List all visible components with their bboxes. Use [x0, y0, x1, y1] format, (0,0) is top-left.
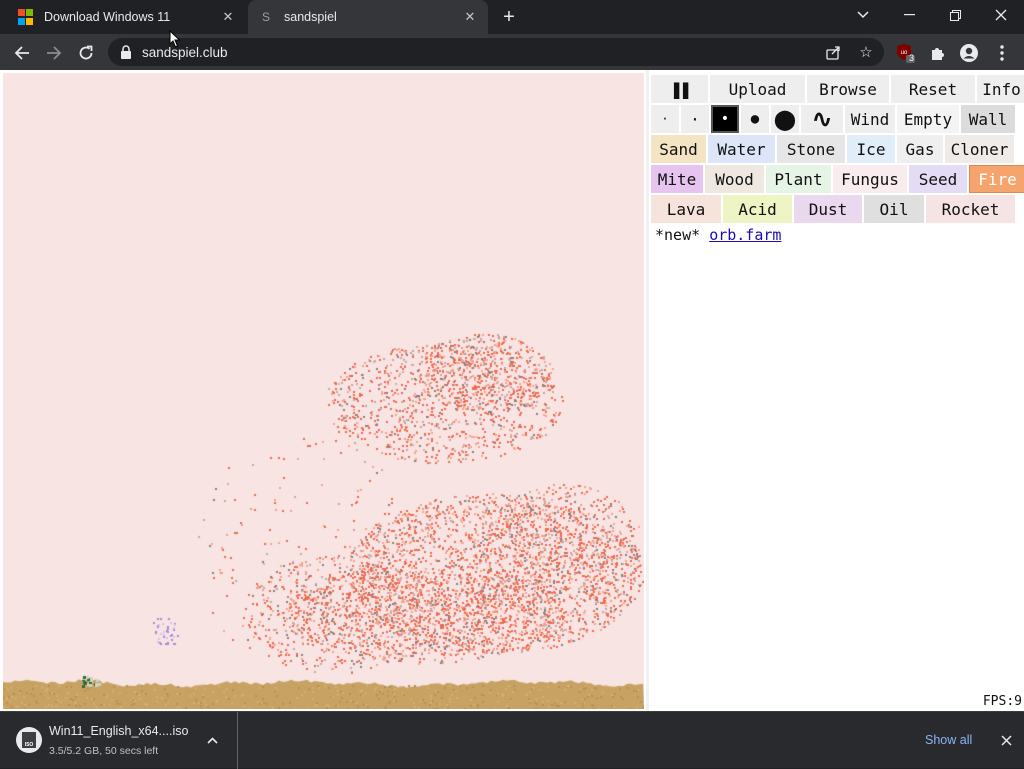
dot-tiny-icon: · — [661, 112, 669, 126]
control-panel: ❚❚ Upload Browse Reset Info · · • ● ⬤ ∿ … — [649, 73, 1024, 711]
web-page: ❚❚ Upload Browse Reset Info · · • ● ⬤ ∿ … — [0, 70, 1024, 711]
element-mite-button[interactable]: Mite — [651, 165, 703, 193]
wave-icon: ∿ — [811, 105, 833, 133]
kebab-icon[interactable] — [991, 42, 1013, 64]
url-text[interactable]: sandspiel.club — [142, 45, 228, 60]
new-announcement: *new* orb.farm — [655, 226, 781, 244]
brush-size-4-button[interactable]: ● — [741, 105, 769, 133]
reset-button[interactable]: Reset — [891, 75, 975, 103]
sandspiel-favicon-icon: S — [261, 10, 270, 24]
top-controls-row: ❚❚ Upload Browse Reset Info — [651, 75, 1024, 103]
elements-row-3: Lava Acid Dust Oil Rocket — [651, 195, 1017, 223]
profile-icon[interactable] — [958, 42, 980, 64]
fps-counter: FPS:9 — [982, 694, 1022, 709]
mouse-cursor-icon — [169, 30, 181, 48]
close-icon[interactable]: ✕ — [460, 7, 480, 27]
address-bar[interactable]: sandspiel.club ☆ — [108, 38, 884, 66]
element-oil-button[interactable]: Oil — [864, 195, 924, 223]
download-item[interactable]: ISO Win11_English_x64....iso 3.5/5.2 GB,… — [0, 712, 238, 769]
brush-row: · · • ● ⬤ ∿ Wind Empty Wall — [651, 105, 1017, 133]
element-dust-button[interactable]: Dust — [794, 195, 862, 223]
wind-button[interactable]: Wind — [845, 105, 895, 133]
download-status: 3.5/5.2 GB, 50 secs left — [49, 745, 159, 757]
ublock-extension-icon[interactable]: uo 3 — [895, 42, 917, 64]
element-fire-button[interactable]: Fire — [969, 165, 1024, 193]
chevron-up-icon[interactable] — [204, 732, 220, 748]
window-close-icon[interactable] — [987, 4, 1015, 26]
orb-farm-link[interactable]: orb.farm — [709, 226, 781, 244]
brush-wave-button[interactable]: ∿ — [801, 105, 843, 133]
minimize-icon[interactable] — [895, 4, 923, 26]
tab-title: sandspiel — [284, 10, 337, 24]
reload-icon[interactable] — [73, 40, 99, 66]
close-icon[interactable]: ✕ — [218, 7, 238, 27]
svg-text:uo: uo — [901, 50, 908, 56]
download-filename: Win11_English_x64....iso — [49, 724, 189, 738]
empty-button[interactable]: Empty — [897, 105, 959, 133]
element-water-button[interactable]: Water — [708, 135, 775, 163]
element-seed-button[interactable]: Seed — [909, 165, 967, 193]
tab-search-chevron-icon[interactable] — [849, 4, 877, 26]
elements-row-1: Sand Water Stone Ice Gas Cloner — [651, 135, 1016, 163]
browse-button[interactable]: Browse — [807, 75, 889, 103]
show-all-button[interactable]: Show all — [915, 730, 982, 750]
dot-large-icon: ● — [750, 111, 760, 127]
wall-button[interactable]: Wall — [961, 105, 1015, 133]
arrow-right-icon[interactable] — [41, 40, 67, 66]
element-acid-button[interactable]: Acid — [723, 195, 792, 223]
upload-button[interactable]: Upload — [710, 75, 805, 103]
dot-xlarge-icon: ⬤ — [773, 107, 797, 131]
restore-icon[interactable] — [941, 4, 969, 26]
element-cloner-button[interactable]: Cloner — [945, 135, 1014, 163]
star-icon[interactable]: ☆ — [856, 43, 876, 61]
tab-sandspiel[interactable]: S sandspiel ✕ — [248, 0, 488, 34]
element-plant-button[interactable]: Plant — [766, 165, 831, 193]
dot-small-icon: · — [690, 109, 700, 129]
element-gas-button[interactable]: Gas — [897, 135, 943, 163]
element-fungus-button[interactable]: Fungus — [833, 165, 907, 193]
element-rocket-button[interactable]: Rocket — [926, 195, 1015, 223]
pause-button[interactable]: ❚❚ — [651, 75, 708, 103]
windows-logo-icon — [18, 9, 34, 25]
lock-icon[interactable] — [120, 45, 132, 59]
brush-size-1-button[interactable]: · — [651, 105, 679, 133]
tab-title: Download Windows 11 — [44, 10, 171, 24]
close-icon[interactable] — [996, 730, 1016, 750]
browser-toolbar: sandspiel.club ☆ uo 3 — [0, 34, 1024, 70]
element-ice-button[interactable]: Ice — [847, 135, 895, 163]
brush-size-2-button[interactable]: · — [681, 105, 709, 133]
element-wood-button[interactable]: Wood — [705, 165, 764, 193]
brush-size-5-button[interactable]: ⬤ — [771, 105, 799, 133]
arrow-left-icon[interactable] — [9, 40, 35, 66]
extension-badge: 3 — [909, 53, 915, 63]
info-button[interactable]: Info — [977, 75, 1024, 103]
share-icon[interactable] — [823, 43, 843, 61]
simulation-canvas[interactable] — [3, 73, 644, 709]
dot-medium-icon: • — [720, 111, 730, 127]
new-prefix: *new* — [655, 226, 701, 244]
tab-download-windows[interactable]: Download Windows 11 ✕ — [8, 0, 246, 34]
elements-row-2: Mite Wood Plant Fungus Seed Fire — [651, 165, 1024, 193]
element-stone-button[interactable]: Stone — [777, 135, 845, 163]
tab-strip: Download Windows 11 ✕ S sandspiel ✕ + — [0, 0, 1024, 34]
download-bar: ISO Win11_English_x64....iso 3.5/5.2 GB,… — [0, 711, 1024, 769]
element-lava-button[interactable]: Lava — [651, 195, 721, 223]
sand-canvas[interactable] — [3, 73, 644, 709]
puzzle-icon[interactable] — [927, 42, 949, 64]
new-tab-button[interactable]: + — [498, 7, 520, 29]
element-sand-button[interactable]: Sand — [651, 135, 706, 163]
iso-file-icon: ISO — [16, 727, 42, 753]
brush-size-3-button[interactable]: • — [711, 105, 739, 133]
